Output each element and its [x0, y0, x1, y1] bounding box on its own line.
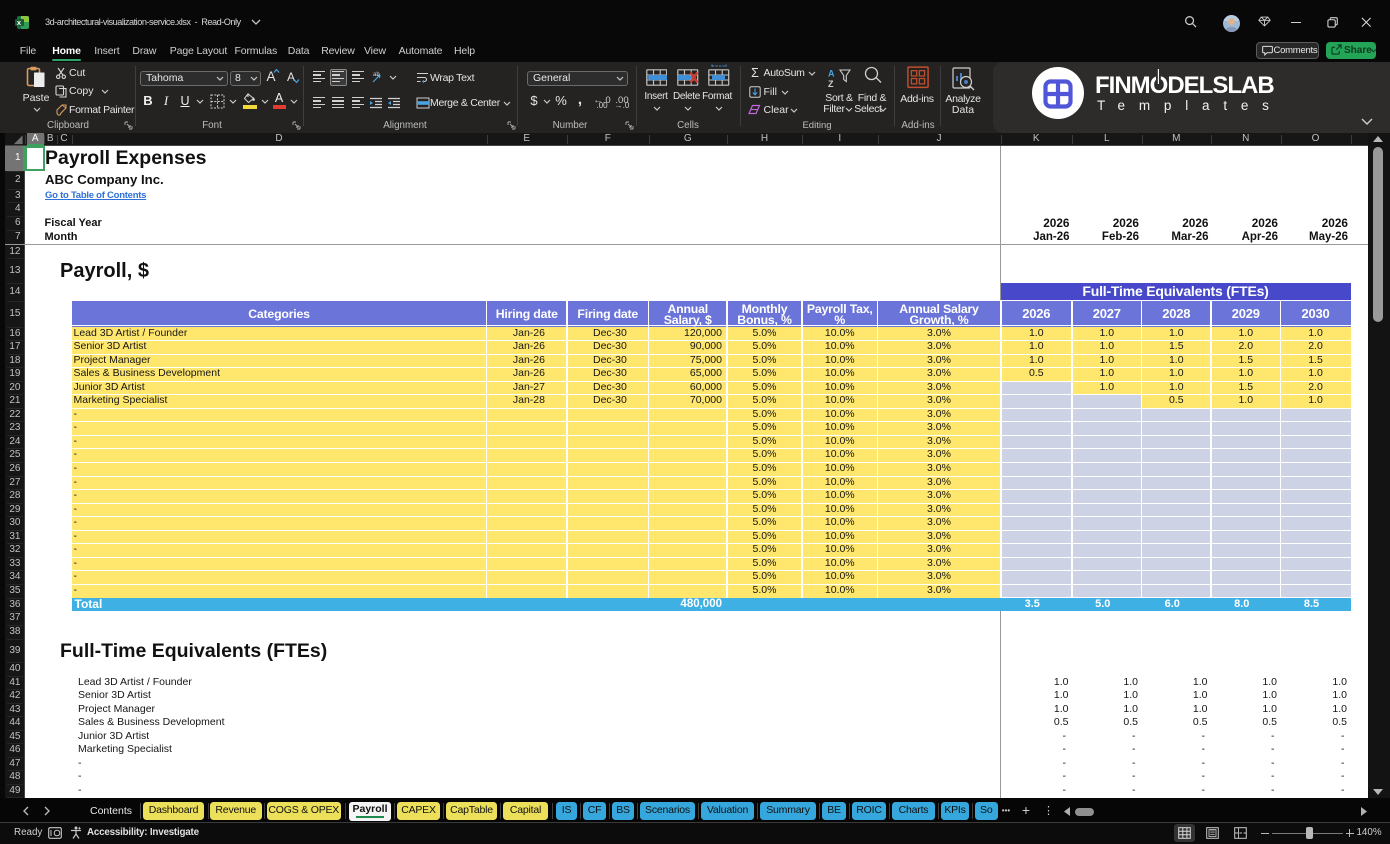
svg-text:ab: ab — [373, 72, 380, 78]
svg-text:A: A — [828, 68, 835, 78]
svg-text:Z: Z — [828, 79, 834, 89]
